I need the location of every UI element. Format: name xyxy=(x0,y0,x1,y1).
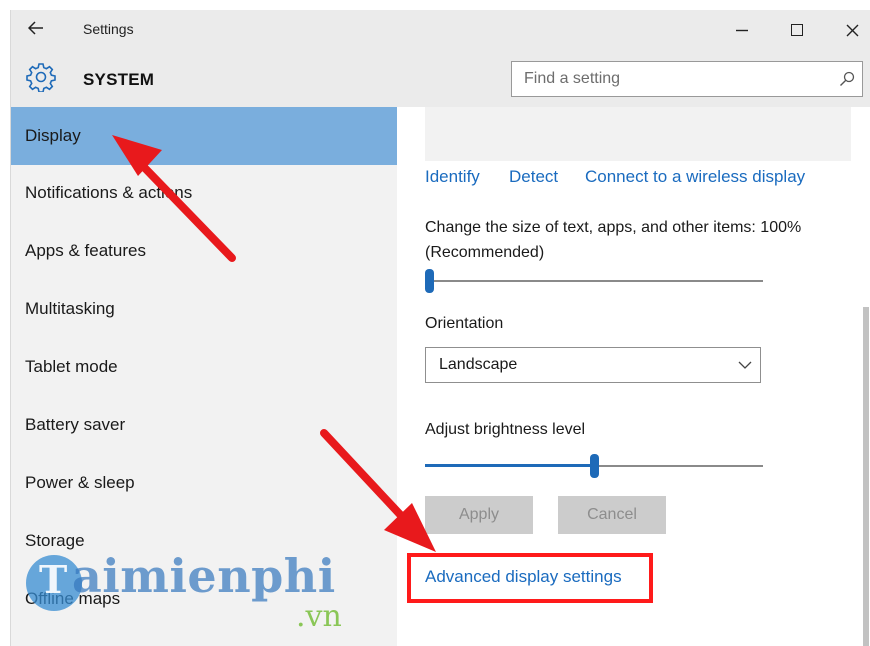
window-title: Settings xyxy=(83,21,134,37)
minimize-icon xyxy=(736,29,748,32)
sidebar-item-tablet-mode[interactable]: Tablet mode xyxy=(11,338,397,396)
sidebar-item-power-sleep[interactable]: Power & sleep xyxy=(11,454,397,512)
page-title: SYSTEM xyxy=(83,70,155,89)
sidebar-item-label: Multitasking xyxy=(25,299,115,318)
detect-link[interactable]: Detect xyxy=(509,167,558,187)
close-icon xyxy=(846,24,858,36)
sidebar-item-display[interactable]: Display xyxy=(11,107,397,165)
search-placeholder: Find a setting xyxy=(524,70,621,87)
sidebar-item-multitasking[interactable]: Multitasking xyxy=(11,280,397,338)
apply-button[interactable]: Apply xyxy=(425,496,533,534)
sidebar-item-battery-saver[interactable]: Battery saver xyxy=(11,396,397,454)
watermark-brand: aimienphi xyxy=(72,549,336,603)
cancel-button[interactable]: Cancel xyxy=(558,496,666,534)
maximize-icon xyxy=(791,24,803,36)
chevron-down-icon xyxy=(730,361,760,369)
search-icon[interactable] xyxy=(832,64,862,94)
minimize-button[interactable] xyxy=(719,14,765,46)
watermark-initial: T xyxy=(39,557,68,602)
close-button[interactable] xyxy=(829,14,870,46)
brightness-slider[interactable] xyxy=(425,454,763,478)
orientation-dropdown[interactable]: Landscape xyxy=(425,347,761,383)
title-bar: Settings xyxy=(11,10,870,50)
display-settings-pane: Identify Detect Connect to a wireless di… xyxy=(397,107,870,646)
orientation-value: Landscape xyxy=(439,356,518,373)
scrollbar[interactable] xyxy=(863,307,869,646)
display-preview[interactable] xyxy=(425,107,851,161)
slider-thumb[interactable] xyxy=(425,269,434,293)
slider-fill xyxy=(425,464,594,467)
back-arrow-icon[interactable] xyxy=(23,18,49,42)
brightness-label: Adjust brightness level xyxy=(425,421,586,438)
gear-icon xyxy=(26,63,56,92)
text-size-slider[interactable] xyxy=(425,269,763,293)
sidebar-item-label: Power & sleep xyxy=(25,473,135,492)
watermark-suffix: .vn xyxy=(296,599,342,634)
sidebar-item-label: Notifications & actions xyxy=(25,183,193,202)
identify-link[interactable]: Identify xyxy=(425,167,480,187)
slider-thumb[interactable] xyxy=(589,454,599,478)
settings-header: SYSTEM Find a setting xyxy=(11,50,870,107)
slider-track xyxy=(425,280,763,282)
annotation-highlight-box xyxy=(407,553,653,603)
sidebar-item-label: Battery saver xyxy=(25,415,126,434)
orientation-label: Orientation xyxy=(425,315,504,332)
search-input[interactable]: Find a setting xyxy=(511,61,863,97)
watermark-logo: T aimienphi .vn xyxy=(26,545,356,635)
connect-wireless-display-link[interactable]: Connect to a wireless display xyxy=(585,167,805,187)
sidebar-item-label: Apps & features xyxy=(25,241,146,260)
text-size-label: Change the size of text, apps, and other… xyxy=(425,219,802,261)
sidebar-item-notifications[interactable]: Notifications & actions xyxy=(11,164,397,222)
sidebar-item-label: Tablet mode xyxy=(25,357,118,376)
maximize-button[interactable] xyxy=(774,14,820,46)
sidebar-item-label: Display xyxy=(25,126,81,145)
sidebar-item-apps[interactable]: Apps & features xyxy=(11,222,397,280)
